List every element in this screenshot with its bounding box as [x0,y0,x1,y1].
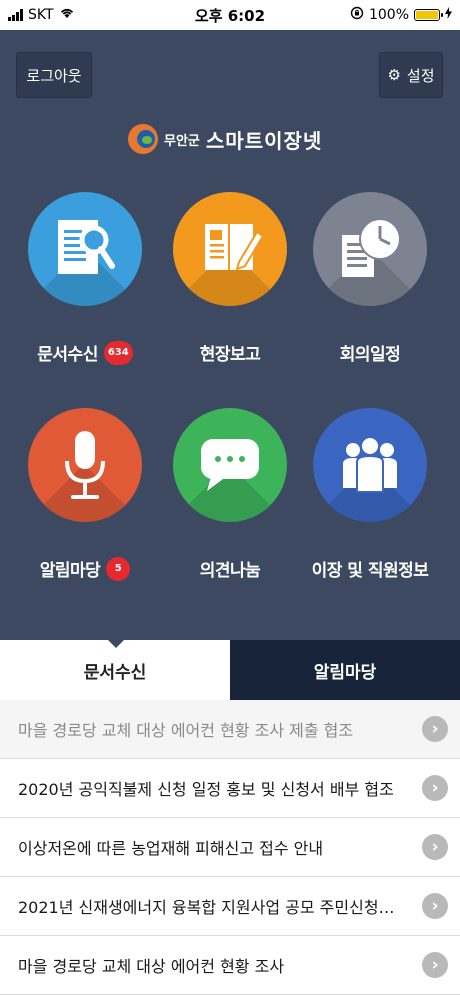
menu-label: 알림마당 [39,561,101,581]
menu-label-wrap: 의견나눔 [165,556,295,581]
menu-circle [313,408,427,522]
menu-label-wrap: 이장 및 직원정보 [305,556,435,581]
carrier-label: SKT [28,7,54,23]
menu-circle [173,192,287,306]
charging-icon [445,7,452,23]
battery-percent: 100% [368,7,409,23]
wifi-icon [59,7,75,23]
settings-label: 설정 [406,66,435,85]
notebook-pen-icon [205,224,265,271]
chevron-right-icon: › [422,893,448,919]
chat-bubble-icon [201,439,259,491]
chevron-right-icon: › [422,775,448,801]
menu-opinion-share[interactable]: 의견나눔 [165,408,295,608]
unread-badge: 5 [106,556,131,581]
menu-label-wrap: 문서수신 634 [20,340,150,365]
menu-circle [28,192,142,306]
list-item-title: 마을 경로당 교체 대상 에어컨 현황 조사 [18,957,285,976]
menu-circle [28,408,142,522]
menu-meeting-schedule[interactable]: 회의일정 [305,192,435,392]
logout-label: 로그아웃 [26,66,82,85]
logo-org: 무안군 [164,133,200,149]
logout-button[interactable]: 로그아웃 [16,52,92,98]
chevron-right-icon: › [422,834,448,860]
menu-label: 이장 및 직원정보 [311,561,429,581]
document-list: 마을 경로당 교체 대상 에어컨 현황 조사 제출 협조 › 2020년 공익직… [0,700,460,995]
menu-notice-board[interactable]: 알림마당 5 [20,408,150,608]
list-item-title: 마을 경로당 교체 대상 에어컨 현황 조사 제출 협조 [18,721,354,740]
tab-document-receive[interactable]: 문서수신 [0,640,230,700]
menu-label-wrap: 알림마당 5 [20,556,150,581]
menu-label: 의견나눔 [199,561,261,581]
list-item[interactable]: 2021년 신재생에너지 융복합 지원사업 공모 주민신청… › [0,877,460,936]
main-panel: 로그아웃 ⚙ 설정 무안군 스마트이장넷 문서수신 634 현장보고 회의일정 … [0,30,460,640]
menu-label-wrap: 현장보고 [165,340,295,365]
settings-button[interactable]: ⚙ 설정 [379,52,443,98]
microphone-icon [65,431,105,499]
document-search-icon [58,220,115,274]
clock-document-icon [342,218,401,277]
menu-document-receive[interactable]: 문서수신 634 [20,192,150,392]
menu-circle [173,408,287,522]
orientation-lock-icon [350,6,364,24]
status-left: SKT [8,7,75,23]
menu-staff-info[interactable]: 이장 및 직원정보 [305,408,435,608]
logo-name: 스마트이장넷 [205,128,323,153]
menu-label-wrap: 회의일정 [305,340,435,365]
menu-label: 문서수신 [37,345,98,365]
list-item[interactable]: 2020년 공익직불제 신청 일정 홍보 및 신청서 배부 협조 › [0,759,460,818]
menu-label: 현장보고 [199,345,261,365]
menu-field-report[interactable]: 현장보고 [165,192,295,392]
chevron-right-icon: › [422,952,448,978]
list-item[interactable]: 이상저온에 따른 농업재해 피해신고 접수 안내 › [0,818,460,877]
list-item-title: 2021년 신재생에너지 융복합 지원사업 공모 주민신청… [18,898,395,917]
app-logo: 무안군 스마트이장넷 [128,122,322,156]
status-right: 100% [350,6,452,24]
list-item[interactable]: 마을 경로당 교체 대상 에어컨 현황 조사 제출 협조 › [0,700,460,759]
unread-badge: 634 [103,340,133,365]
gear-icon: ⚙ [387,65,401,84]
status-bar: SKT 오후 6:02 100% [0,0,460,30]
list-item[interactable]: 마을 경로당 교체 대상 에어컨 현황 조사 › [0,936,460,995]
tab-notice-board[interactable]: 알림마당 [230,640,460,700]
signal-icon [8,9,23,21]
people-icon [343,436,397,493]
menu-circle [313,192,427,306]
battery-icon [414,9,443,21]
menu-label: 회의일정 [339,345,401,365]
list-item-title: 2020년 공익직불제 신청 일정 홍보 및 신청서 배부 협조 [18,780,394,799]
tab-bar: 문서수신 알림마당 [0,640,460,700]
chevron-right-icon: › [422,716,448,742]
logo-mark-icon [128,124,158,154]
list-item-title: 이상저온에 따른 농업재해 피해신고 접수 안내 [18,839,324,858]
